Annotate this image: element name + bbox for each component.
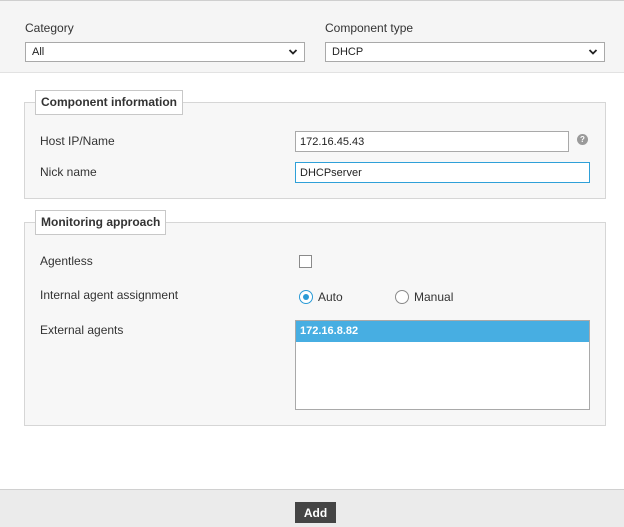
component-type-value: DHCP xyxy=(332,46,364,58)
component-type-select[interactable]: DHCP xyxy=(325,42,605,62)
component-information-legend: Component information xyxy=(35,90,183,115)
external-agents-label: External agents xyxy=(40,323,124,337)
host-ip-input[interactable] xyxy=(295,131,569,152)
list-item[interactable]: 172.16.8.82 xyxy=(296,321,589,342)
filter-bar xyxy=(0,0,624,73)
chevron-down-icon xyxy=(288,49,298,55)
nick-name-input[interactable] xyxy=(295,162,590,183)
agentless-checkbox[interactable] xyxy=(299,255,312,268)
category-label: Category xyxy=(25,21,74,35)
category-select[interactable]: All xyxy=(25,42,305,62)
internal-agent-assignment-label: Internal agent assignment xyxy=(40,288,179,302)
footer-bar: Add xyxy=(0,489,624,527)
manual-radio-label[interactable]: Manual xyxy=(414,290,453,304)
external-agents-list[interactable]: 172.16.8.82 xyxy=(295,320,590,410)
auto-radio-label[interactable]: Auto xyxy=(318,290,343,304)
component-type-label: Component type xyxy=(325,21,414,35)
category-value: All xyxy=(32,46,45,58)
add-button[interactable]: Add xyxy=(295,502,336,523)
host-ip-label: Host IP/Name xyxy=(40,134,115,148)
help-icon[interactable]: ? xyxy=(577,134,588,145)
agentless-label: Agentless xyxy=(40,254,93,268)
nick-name-label: Nick name xyxy=(40,165,97,179)
auto-radio[interactable] xyxy=(299,290,313,304)
chevron-down-icon xyxy=(588,49,598,55)
monitoring-approach-legend: Monitoring approach xyxy=(35,210,167,235)
manual-radio[interactable] xyxy=(395,290,409,304)
